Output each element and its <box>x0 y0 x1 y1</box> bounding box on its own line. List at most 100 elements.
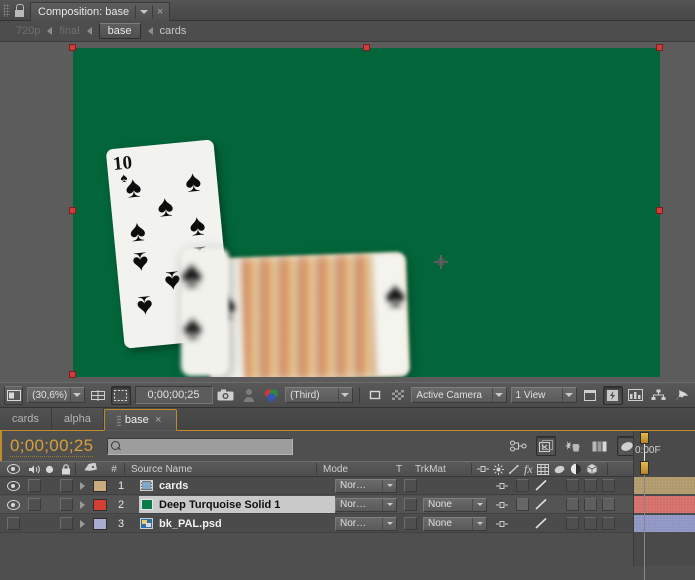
view-layout-dropdown[interactable]: 1 View <box>510 387 577 403</box>
layer-1-t-toggle[interactable] <box>397 479 423 492</box>
layer-3-mode-dropdown[interactable]: Nor… <box>335 516 397 531</box>
tab-base[interactable]: base × <box>103 409 177 431</box>
selection-handle-middle-right[interactable] <box>656 207 663 214</box>
close-icon[interactable]: × <box>153 6 167 18</box>
layer-2-expand-arrow[interactable] <box>75 500 89 509</box>
column-header-trkmat[interactable]: TrkMat <box>411 462 471 476</box>
lock-icon[interactable] <box>12 3 25 18</box>
layer-2-shy-toggle[interactable] <box>491 500 513 510</box>
quality-icon[interactable] <box>508 464 520 475</box>
timeline-ruler[interactable]: 0:00F <box>633 431 695 461</box>
panel-drag-grip[interactable] <box>3 3 10 17</box>
column-header-lock-icon[interactable] <box>57 462 75 476</box>
layer-1-audio-toggle[interactable] <box>26 479 42 492</box>
show-snapshot-icon[interactable] <box>239 386 258 405</box>
layer-1-shy-toggle[interactable] <box>491 481 513 491</box>
column-header-source-name[interactable]: Source Name <box>125 462 316 476</box>
reset-exposure-icon[interactable] <box>672 386 691 405</box>
search-input[interactable] <box>107 437 294 455</box>
motion-blur-icon[interactable] <box>553 464 566 475</box>
layer-2-collapse-toggle[interactable] <box>513 498 531 511</box>
shy-icon[interactable] <box>477 464 489 474</box>
layer-2-label-color[interactable] <box>89 498 111 511</box>
selection-handle-top-center[interactable] <box>363 44 370 51</box>
panel-menu-icon[interactable] <box>136 9 152 14</box>
layer-1-collapse-toggle[interactable] <box>513 479 531 492</box>
layer-3-name-cell[interactable]: bk_PAL.psd <box>139 515 335 532</box>
current-time-indicator-handle-2[interactable] <box>640 461 649 475</box>
breadcrumb-item-base[interactable]: base <box>98 23 141 39</box>
layer-3-t-toggle[interactable] <box>397 517 423 530</box>
current-time-indicator-handle[interactable] <box>640 432 649 444</box>
layer-3-adjustment-toggle[interactable] <box>581 517 599 530</box>
column-header-video-icon[interactable] <box>0 462 26 476</box>
show-channel-icon[interactable] <box>262 386 281 405</box>
layer-1-expand-arrow[interactable] <box>75 481 89 490</box>
3d-layer-icon[interactable] <box>586 463 598 475</box>
layer-3-quality-toggle[interactable] <box>531 517 551 530</box>
layer-1-mode-dropdown[interactable]: Nor… <box>335 478 397 493</box>
table-row[interactable]: 2 Deep Turquoise Solid 1 Nor… None <box>0 496 695 514</box>
selection-handle-top-left[interactable] <box>69 44 76 51</box>
layer-2-3d-toggle[interactable] <box>599 498 617 511</box>
layer-1-quality-toggle[interactable] <box>531 479 551 492</box>
layer-2-adjustment-toggle[interactable] <box>581 498 599 511</box>
layer-2-motion-blur-toggle[interactable] <box>563 498 581 511</box>
layer-3-trkmat-dropdown[interactable]: None <box>423 516 491 531</box>
magnification-dropdown[interactable]: (30,6%) <box>27 387 85 403</box>
breadcrumb-item-720p[interactable]: 720p <box>16 25 40 37</box>
current-time-field[interactable]: 0;00;00;25 <box>134 386 213 404</box>
layer-2-audio-toggle[interactable] <box>26 498 42 511</box>
camera-view-dropdown[interactable]: Active Camera <box>411 387 507 403</box>
region-of-interest-icon[interactable] <box>111 385 131 405</box>
column-header-audio-icon[interactable] <box>26 462 42 476</box>
table-row[interactable]: 3 bk_PAL.psd Nor… None <box>0 515 695 533</box>
always-preview-this-view-icon[interactable] <box>4 385 24 405</box>
layer-1-name-cell[interactable]: cards <box>139 477 335 494</box>
collapse-transformations-icon[interactable] <box>493 463 504 475</box>
frame-blending-icon[interactable] <box>536 463 549 475</box>
layer-2-t-toggle[interactable] <box>397 498 423 511</box>
tab-drag-grip[interactable] <box>116 414 121 426</box>
layer-1-label-color[interactable] <box>89 479 111 492</box>
fast-previews-icon[interactable] <box>603 385 623 405</box>
hide-shy-layers-icon[interactable] <box>563 436 583 456</box>
breadcrumb-item-final[interactable]: final <box>59 25 79 37</box>
choose-grid-and-guide-options-icon[interactable] <box>89 386 108 405</box>
live-update-icon[interactable] <box>509 436 529 456</box>
layer-2-lock-toggle[interactable] <box>57 498 75 511</box>
composition-viewer[interactable]: 10 ♠ 10 ♠ ♠ ♠ ♠ ♠ ♠ ♠ ♠ ♠ ♠ ♠ <box>0 42 695 382</box>
toggle-transparency-grid-icon[interactable] <box>389 386 408 405</box>
layer-2-name-cell[interactable]: Deep Turquoise Solid 1 <box>139 496 335 513</box>
column-header-t[interactable]: T <box>387 462 411 476</box>
layer-3-shy-toggle[interactable] <box>491 519 513 529</box>
tab-cards[interactable]: cards <box>0 408 52 430</box>
column-header-label-icon[interactable] <box>76 462 104 476</box>
layer-1-video-toggle[interactable] <box>0 480 26 491</box>
composition-canvas[interactable]: 10 ♠ 10 ♠ ♠ ♠ ♠ ♠ ♠ ♠ ♠ ♠ ♠ ♠ <box>73 48 660 377</box>
enable-frame-blending-icon[interactable] <box>590 436 610 456</box>
table-row[interactable]: 1 cards Nor… <box>0 477 695 495</box>
layer-3-lock-toggle[interactable] <box>57 517 75 530</box>
layer-2-trkmat-dropdown[interactable]: None <box>423 497 491 512</box>
layer-2-mode-dropdown[interactable]: Nor… <box>335 497 397 512</box>
selection-handle-bottom-left[interactable] <box>69 371 76 378</box>
tab-alpha[interactable]: alpha <box>51 408 104 430</box>
layer-1-lock-toggle[interactable] <box>57 479 75 492</box>
layer-3-3d-toggle[interactable] <box>599 517 617 530</box>
draft-3d-icon[interactable] <box>536 436 556 456</box>
layer-1-adjustment-toggle[interactable] <box>581 479 599 492</box>
breadcrumb-item-cards[interactable]: cards <box>160 25 187 37</box>
layer-1-3d-toggle[interactable] <box>599 479 617 492</box>
composition-timeline-icon[interactable] <box>627 386 646 405</box>
column-header-index[interactable]: # <box>104 462 124 476</box>
toggle-pixel-aspect-ratio-correction-icon[interactable] <box>581 386 600 405</box>
toggle-mask-and-shape-path-visibility-icon[interactable] <box>366 386 385 405</box>
resolution-dropdown[interactable]: (Third) <box>285 387 353 403</box>
layer-3-label-color[interactable] <box>89 517 111 530</box>
layer-3-motion-blur-toggle[interactable] <box>563 517 581 530</box>
adjustment-layer-icon[interactable] <box>570 463 582 475</box>
layer-3-expand-arrow[interactable] <box>75 519 89 528</box>
selection-handle-top-right[interactable] <box>656 44 663 51</box>
column-header-mode[interactable]: Mode <box>317 462 387 476</box>
